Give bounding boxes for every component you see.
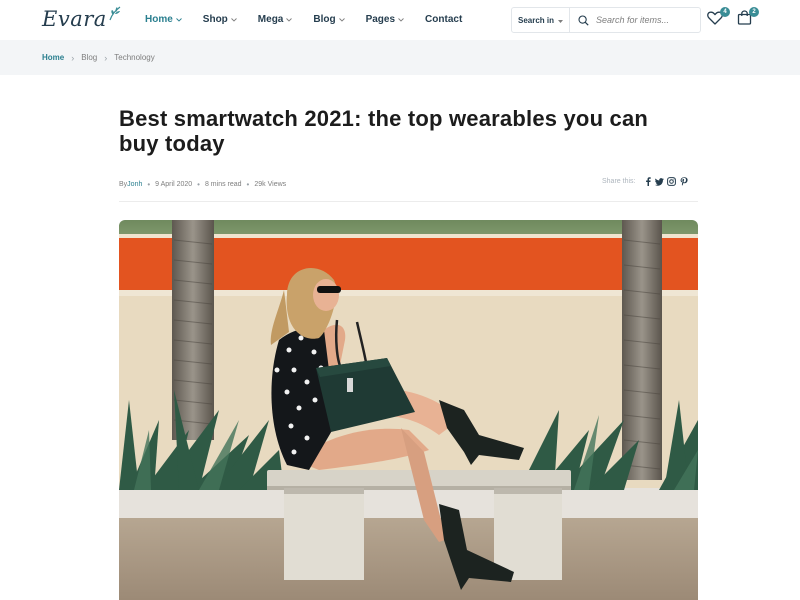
chevron-down-icon [398, 14, 404, 25]
share-bar: Share this: [602, 176, 689, 187]
search-category-select[interactable]: Search in [512, 8, 570, 32]
article-hero-image [119, 220, 698, 600]
pinterest-icon[interactable] [678, 176, 689, 187]
site-logo[interactable]: Evara [42, 6, 122, 32]
site-header: Evara Home Shop Mega Blog Pages Contact … [0, 0, 800, 40]
article-meta: By Jonh • 9 April 2020 • 8 mins read • 2… [119, 180, 286, 189]
twitter-icon[interactable] [654, 176, 665, 187]
nav-label: Mega [257, 14, 284, 25]
share-label: Share this: [602, 178, 636, 185]
instagram-icon[interactable] [666, 176, 677, 187]
nav-home[interactable]: Home [145, 14, 182, 25]
search-input[interactable] [596, 15, 696, 25]
search-category-label: Search in [517, 15, 554, 25]
nav-blog[interactable]: Blog [313, 14, 345, 25]
meta-divider [119, 201, 698, 202]
nav-label: Shop [202, 14, 228, 25]
chevron-down-icon [175, 14, 182, 25]
breadcrumb-home[interactable]: Home [42, 53, 64, 62]
view-count: 29k Views [254, 181, 287, 188]
breadcrumb-current: Technology [114, 53, 155, 62]
nav-contact[interactable]: Contact [425, 14, 462, 25]
meta-separator: • [147, 180, 151, 189]
article-title: Best smartwatch 2021: the top wearables … [119, 106, 649, 156]
wishlist-button[interactable]: 4 [706, 7, 730, 29]
search-icon[interactable] [578, 14, 589, 26]
main-nav: Home Shop Mega Blog Pages Contact [145, 14, 483, 25]
logo-text: Evara [42, 7, 107, 31]
wishlist-count-badge: 4 [720, 7, 730, 17]
nav-shop[interactable]: Shop [203, 14, 237, 25]
read-time: 8 mins read [204, 181, 242, 188]
nav-label: Contact [425, 14, 463, 25]
breadcrumb-blog[interactable]: Blog [81, 53, 97, 62]
chevron-down-icon [338, 14, 345, 25]
author-link[interactable]: Jonh [127, 181, 142, 188]
cart-button[interactable]: 2 [735, 7, 759, 29]
meta-separator: • [246, 180, 250, 189]
author-prefix: By [119, 181, 128, 188]
cart-count-badge: 2 [749, 7, 759, 17]
breadcrumb: Home › Blog › Technology [0, 40, 800, 75]
chevron-down-icon [230, 14, 237, 25]
nav-label: Pages [365, 14, 396, 25]
breadcrumb-separator: › [71, 52, 75, 63]
nav-label: Blog [313, 14, 336, 25]
nav-pages[interactable]: Pages [366, 14, 404, 25]
search-box: Search in [511, 7, 701, 33]
breadcrumb-separator: › [104, 52, 108, 63]
facebook-icon[interactable] [642, 176, 653, 187]
chevron-down-icon [286, 14, 293, 25]
post-date: 9 April 2020 [155, 181, 193, 188]
leaf-icon [108, 5, 122, 26]
nav-mega[interactable]: Mega [258, 14, 293, 25]
nav-label: Home [145, 14, 173, 25]
caret-down-icon [558, 16, 563, 25]
meta-separator: • [197, 180, 200, 189]
